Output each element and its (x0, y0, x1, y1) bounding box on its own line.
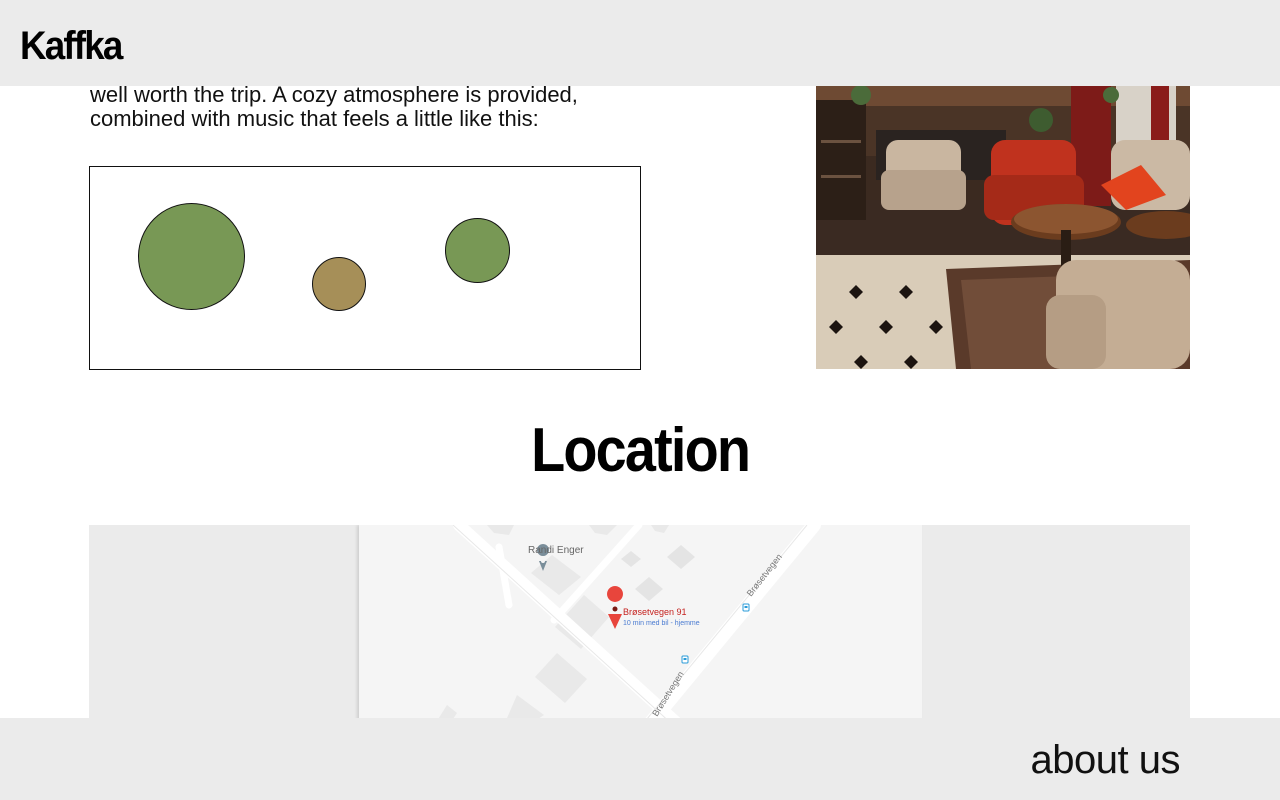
embedded-map[interactable]: Randi Enger Brøsetvegen 91 10 min med bi… (359, 525, 922, 725)
circle-small-tan (312, 257, 366, 311)
music-visual (89, 166, 641, 370)
circle-large-green (138, 203, 245, 310)
about-us-link[interactable]: about us (1031, 736, 1181, 784)
site-footer: about us (0, 718, 1280, 800)
circle-medium-green (445, 218, 510, 283)
page: Kaffka well worth the trip. A cozy atmos… (0, 0, 1280, 800)
marker-title: Brøsetvegen 91 (623, 607, 687, 617)
brand-logo[interactable]: Kaffka (20, 22, 123, 70)
marker-subtitle: 10 min med bil - hjemme (623, 620, 700, 627)
intro-paragraph: well worth the trip. A cozy atmosphere i… (90, 83, 650, 131)
bus-stop-icon[interactable] (681, 655, 689, 664)
map-container: Randi Enger Brøsetvegen 91 10 min med bi… (89, 525, 1190, 725)
map-canvas[interactable]: Randi Enger Brøsetvegen 91 10 min med bi… (359, 525, 922, 725)
site-header: Kaffka (0, 0, 1280, 86)
location-heading: Location (0, 415, 1280, 487)
bus-stop-icon[interactable] (742, 603, 750, 612)
location-heading-text: Location (530, 416, 751, 485)
intro-line-1: well worth the trip. A cozy atmosphere i… (90, 82, 578, 107)
map-place-label: Randi Enger (528, 545, 584, 556)
intro-line-2: combined with music that feels a little … (90, 106, 539, 131)
